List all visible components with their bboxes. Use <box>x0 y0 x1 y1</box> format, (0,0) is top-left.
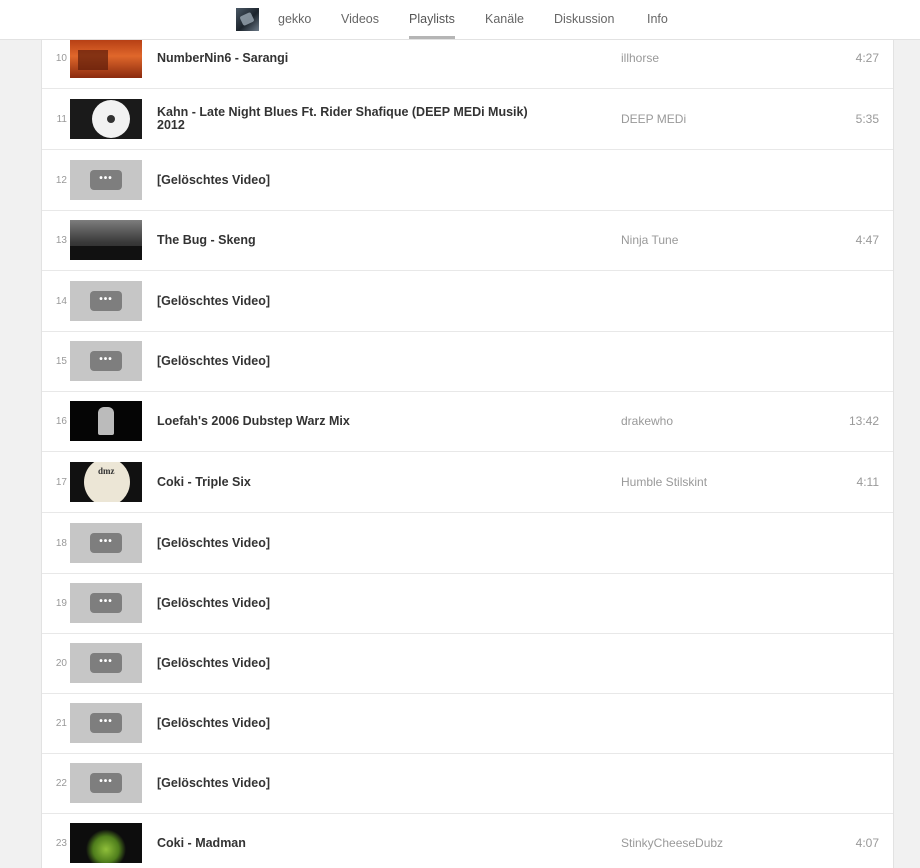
video-duration: 4:27 <box>855 51 879 65</box>
video-owner-link[interactable]: StinkyCheeseDubz <box>621 813 723 868</box>
row-index: 21 <box>55 717 67 729</box>
playlist-row[interactable]: 21 ••• [Gelöschtes Video] <box>42 693 893 754</box>
more-dots-icon: ••• <box>90 291 122 311</box>
row-index: 14 <box>55 295 67 307</box>
deleted-video-thumbnail[interactable]: ••• <box>70 281 142 321</box>
video-title-link[interactable]: The Bug - Skeng <box>157 210 557 270</box>
video-duration: 5:35 <box>855 112 879 126</box>
video-thumbnail[interactable] <box>70 39 142 78</box>
more-dots-icon: ••• <box>90 653 122 673</box>
video-title-link[interactable]: Coki - Madman <box>157 813 557 868</box>
video-owner-link[interactable]: illhorse <box>621 39 659 88</box>
channel-name-link[interactable]: gekko <box>278 0 311 39</box>
video-owner-link[interactable]: Humble Stilskint <box>621 452 707 512</box>
channel-avatar[interactable] <box>236 8 259 31</box>
deleted-video-thumbnail[interactable]: ••• <box>70 160 142 200</box>
playlist-row[interactable]: 11 Kahn - Late Night Blues Ft. Rider Shaf… <box>42 89 893 150</box>
video-title-link[interactable]: Coki - Triple Six <box>157 452 557 512</box>
video-duration: 4:07 <box>855 836 879 850</box>
row-index: 16 <box>55 415 67 427</box>
more-dots-icon: ••• <box>90 593 122 613</box>
playlist-row[interactable]: 18 ••• [Gelöschtes Video] <box>42 513 893 574</box>
video-thumbnail[interactable] <box>70 823 142 863</box>
video-title-link[interactable]: [Gelöschtes Video] <box>157 150 557 210</box>
playlist-row[interactable]: 22 ••• [Gelöschtes Video] <box>42 753 893 814</box>
playlist-row[interactable]: 14 ••• [Gelöschtes Video] <box>42 271 893 332</box>
video-owner-link[interactable]: Ninja Tune <box>621 210 678 270</box>
video-thumbnail[interactable] <box>70 462 142 502</box>
playlist-row[interactable]: 12 ••• [Gelöschtes Video] <box>42 150 893 211</box>
video-owner-link[interactable]: DEEP MEDi <box>621 89 686 149</box>
video-title-link[interactable]: Loefah's 2006 Dubstep Warz Mix <box>157 391 557 451</box>
deleted-video-thumbnail[interactable]: ••• <box>70 703 142 743</box>
video-thumbnail[interactable] <box>70 401 142 441</box>
more-dots-icon: ••• <box>90 533 122 553</box>
row-index: 19 <box>55 597 67 609</box>
row-index: 11 <box>56 113 67 125</box>
video-title-link[interactable]: [Gelöschtes Video] <box>157 633 557 693</box>
video-title-link[interactable]: [Gelöschtes Video] <box>157 753 557 813</box>
tab-playlists[interactable]: Playlists <box>409 0 455 39</box>
tab-info[interactable]: Info <box>647 0 668 39</box>
more-dots-icon: ••• <box>90 170 122 190</box>
more-dots-icon: ••• <box>90 773 122 793</box>
tab-discussion[interactable]: Diskussion <box>554 0 614 39</box>
video-title-link[interactable]: Kahn - Late Night Blues Ft. Rider Shafiq… <box>157 89 557 149</box>
video-title-link[interactable]: [Gelöschtes Video] <box>157 513 557 573</box>
video-thumbnail[interactable] <box>70 99 142 139</box>
tab-videos[interactable]: Videos <box>341 0 379 39</box>
row-index: 22 <box>55 777 67 789</box>
deleted-video-thumbnail[interactable]: ••• <box>70 643 142 683</box>
video-title-link[interactable]: [Gelöschtes Video] <box>157 693 557 753</box>
video-duration: 13:42 <box>848 414 879 428</box>
video-title-link[interactable]: NumberNin6 - Sarangi <box>157 39 557 88</box>
playlist-row[interactable]: 20 ••• [Gelöschtes Video] <box>42 633 893 694</box>
row-index: 18 <box>55 537 67 549</box>
video-title-link[interactable]: [Gelöschtes Video] <box>157 271 557 331</box>
video-duration: 4:47 <box>855 233 879 247</box>
playlist-row[interactable]: 19 ••• [Gelöschtes Video] <box>42 573 893 634</box>
deleted-video-thumbnail[interactable]: ••• <box>70 341 142 381</box>
row-index: 23 <box>55 837 67 849</box>
playlist-row[interactable]: 13 The Bug - Skeng Ninja Tune 4:47 <box>42 210 893 271</box>
row-index: 17 <box>55 476 67 488</box>
more-dots-icon: ••• <box>90 713 122 733</box>
video-title-link[interactable]: [Gelöschtes Video] <box>157 573 557 633</box>
tab-channels[interactable]: Kanäle <box>485 0 524 39</box>
channel-nav: gekko Videos Playlists Kanäle Diskussion… <box>0 0 920 40</box>
row-index: 10 <box>55 52 67 64</box>
playlist-row[interactable]: 10 NumberNin6 - Sarangi illhorse 4:27 <box>42 39 893 89</box>
row-index: 12 <box>55 174 67 186</box>
video-thumbnail[interactable] <box>70 220 142 260</box>
row-index: 20 <box>55 657 67 669</box>
playlist-row[interactable]: 17 Coki - Triple Six Humble Stilskint 4:11 <box>42 452 893 513</box>
row-index: 15 <box>55 355 67 367</box>
deleted-video-thumbnail[interactable]: ••• <box>70 523 142 563</box>
video-title-link[interactable]: [Gelöschtes Video] <box>157 331 557 391</box>
playlist-row[interactable]: 15 ••• [Gelöschtes Video] <box>42 331 893 392</box>
row-index: 13 <box>55 234 67 246</box>
more-dots-icon: ••• <box>90 351 122 371</box>
playlist-row[interactable]: 16 Loefah's 2006 Dubstep Warz Mix drakewho… <box>42 391 893 452</box>
deleted-video-thumbnail[interactable]: ••• <box>70 583 142 623</box>
deleted-video-thumbnail[interactable]: ••• <box>70 763 142 803</box>
playlist-video-list: 10 NumberNin6 - Sarangi illhorse 4:27 11 Kahn… <box>41 39 894 868</box>
video-duration: 4:11 <box>856 475 879 489</box>
playlist-row[interactable]: 23 Coki - Madman StinkyCheeseDubz 4:07 <box>42 813 893 868</box>
video-owner-link[interactable]: drakewho <box>621 391 673 451</box>
